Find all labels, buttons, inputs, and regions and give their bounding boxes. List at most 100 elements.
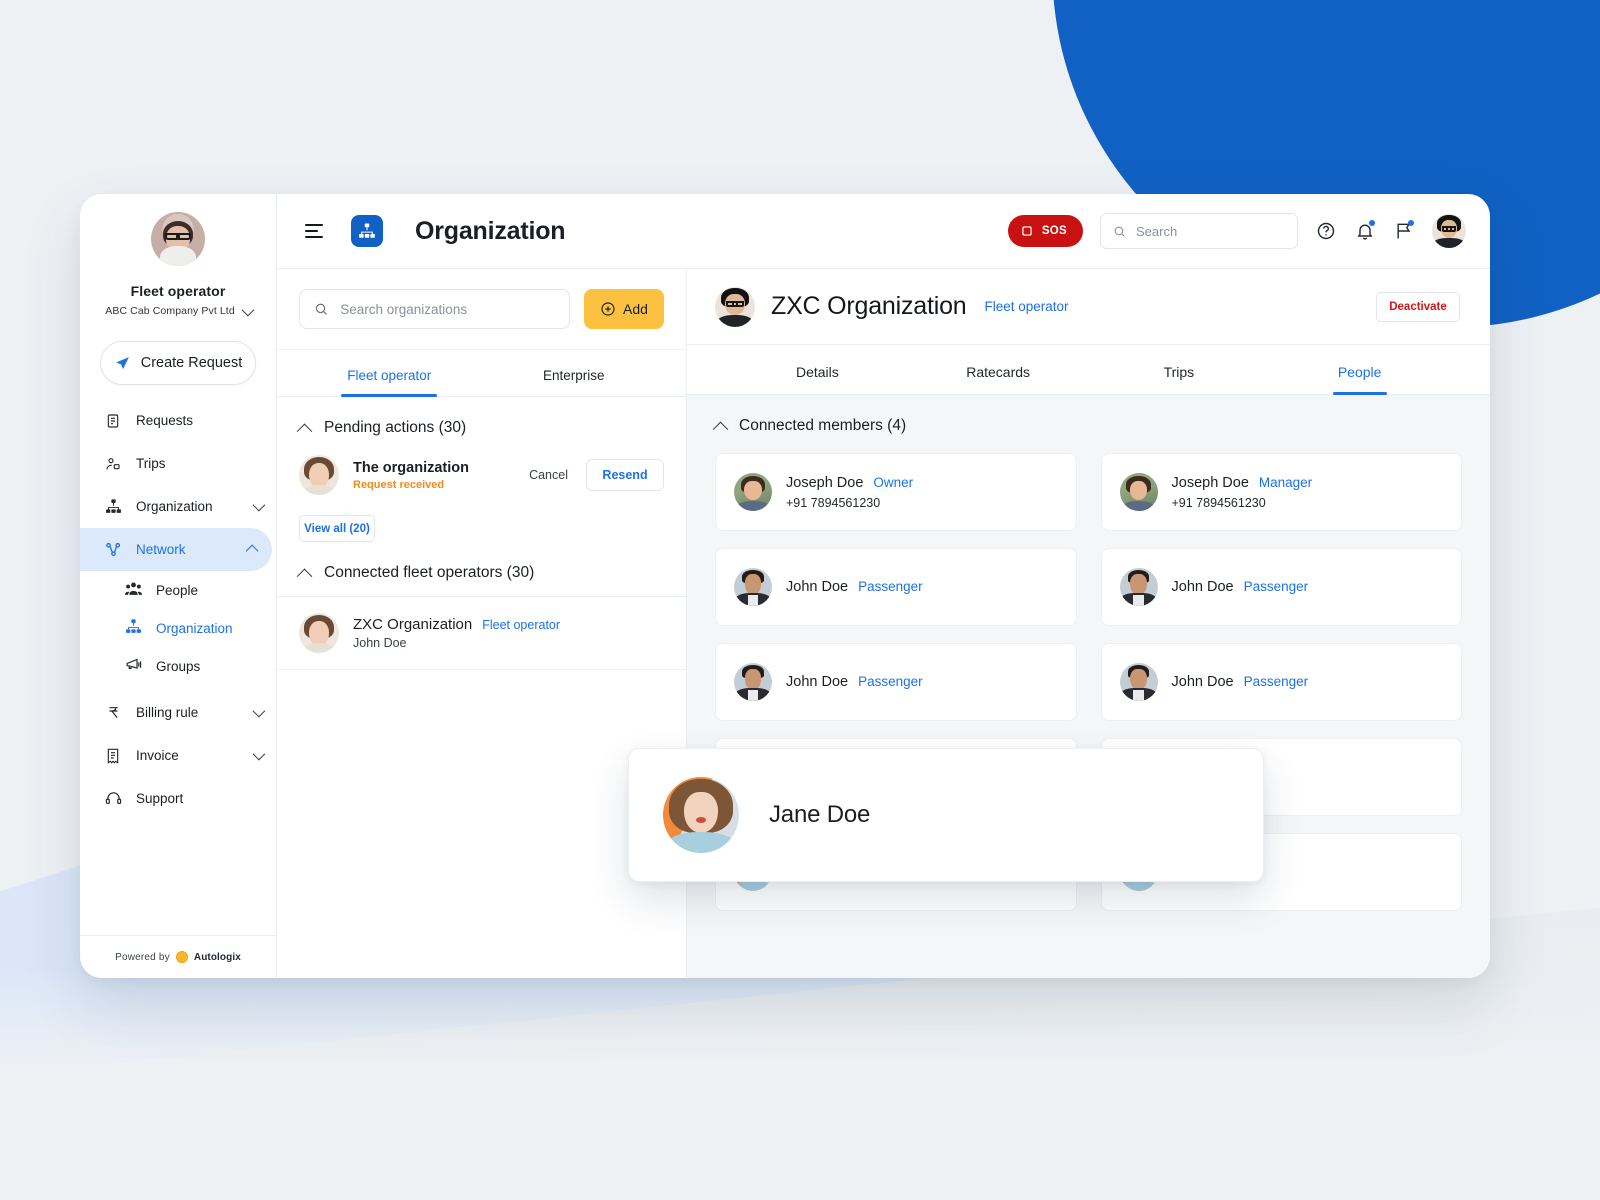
avatar — [734, 568, 772, 606]
add-button-label: Add — [623, 301, 648, 317]
member-phone: +91 7894561230 — [1171, 495, 1266, 510]
sidebar: Fleet operator ABC Cab Company Pvt Ltd C… — [80, 194, 277, 978]
member-card[interactable]: Joseph Doe Owner +91 7894561230 — [715, 453, 1077, 531]
list-search-row: Add — [277, 269, 686, 350]
search-icon — [315, 303, 327, 315]
chevron-down-icon — [241, 303, 255, 316]
org-chart-icon — [351, 215, 383, 247]
chevron-down-icon — [252, 498, 266, 512]
member-card[interactable]: John Doe Passenger — [715, 548, 1077, 626]
connected-operators-title: Connected fleet operators (30) — [324, 564, 535, 581]
sidebar-sub-label: Organization — [156, 620, 233, 636]
detail-tabs: Details Ratecards Trips People — [687, 345, 1490, 395]
send-icon — [115, 356, 129, 369]
pending-actions-header[interactable]: Pending actions (30) — [277, 397, 686, 451]
sidebar-item-people[interactable]: People — [80, 571, 276, 609]
sidebar-item-network-organization[interactable]: Organization — [80, 609, 276, 647]
member-hover-card[interactable]: Jane Doe — [628, 748, 1264, 882]
powered-by-label: Powered by — [115, 951, 170, 963]
member-card[interactable]: John Doe Passenger — [715, 643, 1077, 721]
chevron-down-icon — [252, 747, 266, 761]
view-all-button[interactable]: View all (20) — [299, 515, 375, 542]
pending-action-title: The organization — [353, 459, 469, 476]
sidebar-item-organization[interactable]: Organization — [80, 485, 276, 528]
rupee-icon — [104, 704, 122, 722]
clipboard-icon — [104, 412, 122, 430]
sidebar-item-requests[interactable]: Requests — [80, 399, 276, 442]
sidebar-item-trips[interactable]: Trips — [80, 442, 276, 485]
hamburger-menu-icon[interactable] — [305, 224, 323, 238]
organization-search[interactable] — [299, 289, 570, 329]
organization-contact: John Doe — [353, 636, 407, 650]
deactivate-button[interactable]: Deactivate — [1376, 291, 1460, 322]
member-role: Passenger — [1243, 674, 1309, 689]
global-search[interactable] — [1100, 213, 1298, 249]
chevron-up-icon — [296, 423, 313, 439]
connected-operators-header[interactable]: Connected fleet operators (30) — [277, 542, 686, 596]
list-item[interactable]: ZXC Organization Fleet operator John Doe — [277, 596, 686, 670]
org-switcher[interactable]: ABC Cab Company Pvt Ltd — [90, 303, 266, 317]
tab-fleet-operator[interactable]: Fleet operator — [297, 350, 482, 396]
avatar — [1119, 473, 1158, 511]
tab-details[interactable]: Details — [727, 345, 908, 394]
sidebar-sub-label: Groups — [156, 658, 201, 674]
megaphone-icon — [125, 656, 142, 676]
sidebar-nav: Requests Trips Organization Network Peop… — [80, 399, 276, 820]
sidebar-footer: Powered by Autologix — [80, 935, 276, 978]
cancel-button[interactable]: Cancel — [529, 468, 568, 482]
avatar[interactable] — [151, 212, 205, 266]
avatar — [299, 455, 339, 495]
sidebar-item-label: Billing rule — [136, 705, 199, 720]
member-card[interactable]: Joseph Doe Manager +91 7894561230 — [1100, 453, 1462, 531]
flag-icon[interactable] — [1393, 220, 1415, 242]
tab-enterprise[interactable]: Enterprise — [482, 350, 667, 396]
sidebar-item-invoice[interactable]: Invoice — [80, 734, 276, 777]
organization-name: ZXC Organization — [353, 616, 473, 633]
member-role: Passenger — [858, 674, 923, 689]
resend-button[interactable]: Resend — [586, 459, 664, 491]
search-icon — [1114, 226, 1125, 237]
background-fade — [0, 970, 1600, 1200]
flag-badge — [1408, 220, 1414, 226]
sidebar-item-groups[interactable]: Groups — [80, 647, 276, 685]
network-icon — [104, 541, 122, 559]
member-name: John Doe — [786, 674, 849, 690]
avatar — [1119, 663, 1158, 701]
people-icon — [125, 581, 142, 599]
org-chart-icon — [104, 498, 122, 516]
bell-icon[interactable] — [1354, 220, 1376, 242]
brand-name: Autologix — [193, 951, 241, 963]
sidebar-item-billing-rule[interactable]: Billing rule — [80, 691, 276, 734]
notification-badge — [1369, 220, 1375, 226]
search-organizations-input[interactable] — [340, 301, 555, 317]
sidebar-item-network[interactable]: Network — [80, 528, 272, 571]
organization-role-badge: Fleet operator — [984, 299, 1069, 314]
connected-members-header[interactable]: Connected members (4) — [712, 417, 1462, 437]
sidebar-item-label: Invoice — [136, 748, 179, 763]
avatar[interactable] — [1432, 214, 1466, 248]
member-card[interactable]: John Doe Passenger — [1100, 643, 1462, 721]
avatar — [299, 613, 339, 653]
member-name: John Doe — [1171, 674, 1234, 690]
pending-action-row[interactable]: The organization Request received Cancel… — [277, 451, 686, 495]
chevron-down-icon — [252, 704, 266, 718]
add-organization-button[interactable]: Add — [584, 289, 664, 329]
search-input[interactable] — [1136, 223, 1285, 239]
profile-org-name: ABC Cab Company Pvt Ltd — [105, 305, 235, 317]
sidebar-item-support[interactable]: Support — [80, 777, 276, 820]
create-request-button[interactable]: Create Request — [100, 341, 256, 385]
tab-people[interactable]: People — [1269, 345, 1450, 394]
connected-members-title: Connected members (4) — [739, 417, 907, 434]
connected-members-area: Connected members (4) Joseph Doe Owner +… — [687, 395, 1490, 978]
help-circle-icon[interactable] — [1315, 220, 1337, 242]
organization-type-tabs: Fleet operator Enterprise — [277, 350, 686, 397]
sos-button[interactable]: SOS — [1007, 215, 1083, 247]
avatar — [715, 286, 755, 327]
create-request-label: Create Request — [140, 355, 243, 371]
sidebar-item-label: Network — [136, 542, 186, 557]
tab-trips[interactable]: Trips — [1089, 345, 1270, 394]
tab-ratecards[interactable]: Ratecards — [908, 345, 1089, 394]
member-role: Passenger — [858, 579, 923, 594]
member-card[interactable]: John Doe Passenger — [1100, 548, 1462, 626]
profile-name: Fleet operator — [130, 283, 226, 299]
